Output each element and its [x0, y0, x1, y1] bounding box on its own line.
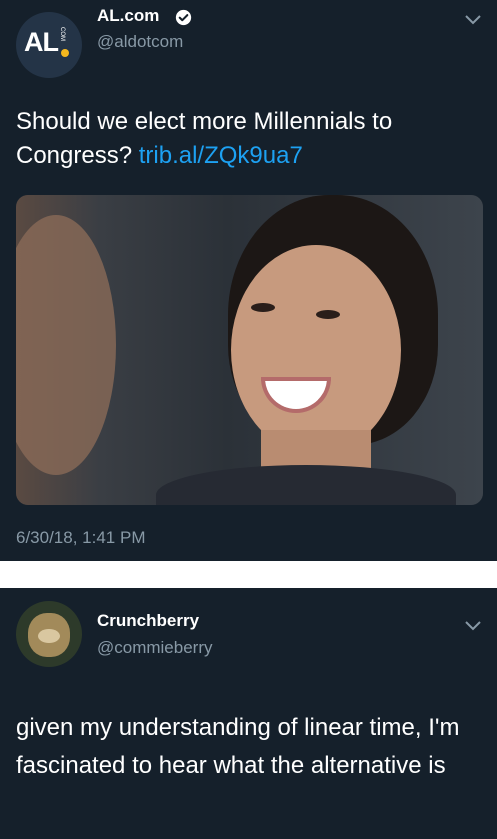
author-name[interactable]: AL.com [97, 6, 159, 26]
photo-eye-right [316, 310, 340, 319]
tweet-link[interactable]: trib.al/ZQk9ua7 [139, 142, 303, 169]
author-handle[interactable]: @aldotcom [97, 32, 183, 52]
verified-check-icon [175, 9, 192, 26]
tweet-card-commieberry: Crunchberry @commieberry given my unders… [0, 588, 497, 839]
tweet-timestamp[interactable]: 6/30/18, 1:41 PM [16, 528, 145, 548]
tweet-text: given my understanding of linear time, I… [16, 714, 460, 779]
aldotcom-avatar[interactable]: AL COM [16, 12, 82, 78]
avatar-image-detail [38, 629, 60, 643]
author-name[interactable]: Crunchberry [97, 611, 199, 631]
chevron-down-icon[interactable] [464, 14, 482, 26]
photo-face [231, 245, 401, 455]
tweet-card-aldotcom: AL COM AL.com @aldotcom Should we elect … [0, 0, 497, 561]
photo-eye-left [251, 303, 275, 312]
tweet-photo[interactable] [16, 195, 483, 505]
avatar-logo-small-text: COM [59, 27, 65, 41]
chevron-down-icon[interactable] [464, 620, 482, 632]
tweet-text: Should we elect more Millennials to Cong… [16, 108, 393, 169]
tweet-separator [0, 561, 497, 588]
avatar-logo-dot [61, 49, 69, 57]
author-handle[interactable]: @commieberry [97, 638, 213, 658]
commieberry-avatar[interactable] [16, 601, 82, 667]
avatar-logo-text: AL [24, 27, 59, 57]
